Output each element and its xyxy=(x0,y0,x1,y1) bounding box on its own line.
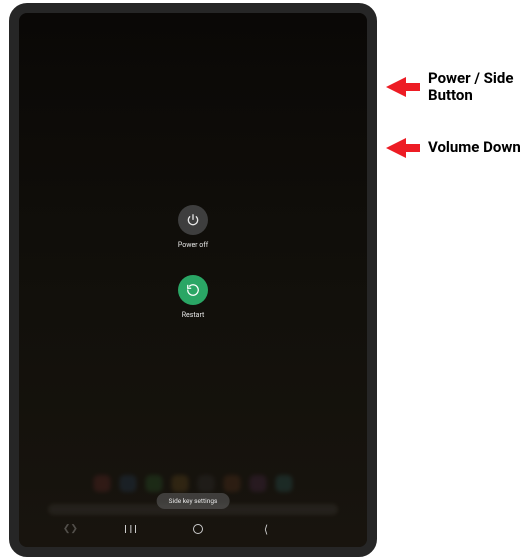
side-key-settings-button[interactable]: Side key settings xyxy=(157,493,230,509)
blurred-app-icon xyxy=(224,475,241,492)
blurred-app-icon xyxy=(276,475,293,492)
blurred-app-icon xyxy=(146,475,163,492)
nav-left-toggle[interactable]: ❮❯ xyxy=(63,524,78,534)
arrow-icon xyxy=(386,77,406,97)
arrow-icon xyxy=(386,138,406,158)
power-menu: Power off Restart xyxy=(19,205,367,319)
side-key-label: Side key settings xyxy=(169,497,218,505)
blurred-app-icon xyxy=(94,475,111,492)
power-off-label: Power off xyxy=(178,241,208,249)
blurred-app-icon xyxy=(172,475,189,492)
annotation-power: Power / Side Button xyxy=(386,70,513,105)
nav-home-button[interactable] xyxy=(183,519,213,539)
restart-label: Restart xyxy=(182,311,205,319)
physical-power-button[interactable] xyxy=(376,81,377,115)
physical-volume-button[interactable] xyxy=(376,141,377,201)
tablet-device-frame: Power off Restart Side key settings ❮❯ xyxy=(9,3,377,557)
blurred-app-icon xyxy=(198,475,215,492)
restart-icon xyxy=(178,275,208,305)
annotation-power-label: Power / Side Button xyxy=(428,70,513,105)
blurred-app-icon xyxy=(250,475,267,492)
power-off-button[interactable]: Power off xyxy=(178,205,208,249)
blurred-dock xyxy=(94,475,293,492)
nav-back-button[interactable]: ⟨ xyxy=(251,519,281,539)
nav-recent-button[interactable] xyxy=(116,519,146,539)
side-sensor xyxy=(369,291,374,296)
navigation-bar: ❮❯ ⟨ x xyxy=(19,519,367,539)
power-icon xyxy=(178,205,208,235)
annotation-volume-label: Volume Down xyxy=(428,139,521,156)
front-camera xyxy=(190,6,196,12)
restart-button[interactable]: Restart xyxy=(178,275,208,319)
blurred-app-icon xyxy=(120,475,137,492)
tablet-screen: Power off Restart Side key settings ❮❯ xyxy=(19,13,367,547)
annotation-volume: Volume Down xyxy=(386,138,521,158)
